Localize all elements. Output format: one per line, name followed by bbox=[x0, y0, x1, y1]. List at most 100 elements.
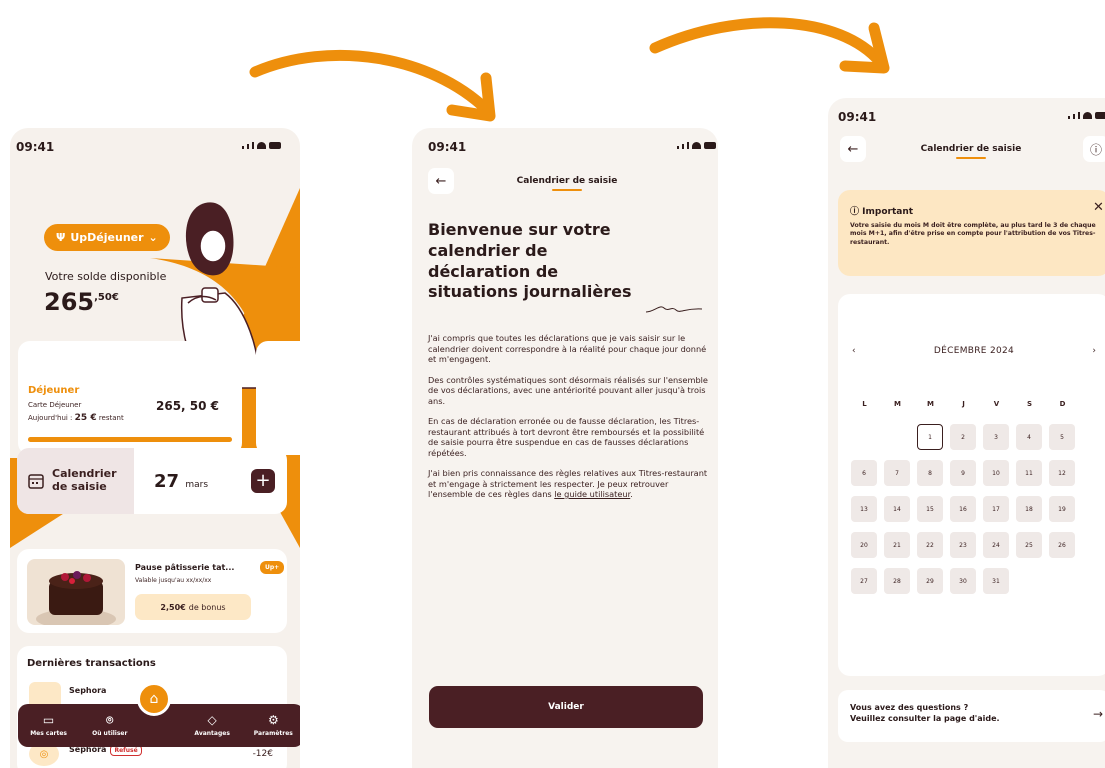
calendar-day[interactable]: 14 bbox=[884, 496, 910, 522]
signature-squiggle bbox=[645, 306, 703, 313]
phone-calendar-screen: 09:41 ← Calendrier de saisie ⓘ ⓘ Importa… bbox=[828, 98, 1105, 768]
calendar-day[interactable]: 7 bbox=[884, 460, 910, 486]
meal-card-subtitle: Carte Déjeuner bbox=[28, 401, 82, 409]
calendar-day[interactable]: 26 bbox=[1049, 532, 1075, 558]
calendar-day[interactable]: 20 bbox=[851, 532, 877, 558]
status-icons bbox=[677, 142, 716, 149]
validate-button[interactable]: Valider bbox=[429, 686, 703, 728]
meal-card[interactable]: Déjeuner Carte Déjeuner Aujourd'hui : 25… bbox=[18, 341, 242, 455]
calendar-day[interactable]: 12 bbox=[1049, 460, 1075, 486]
tab-mes-cartes[interactable]: ▭ Mes cartes bbox=[24, 714, 74, 737]
arrow-left-icon: ← bbox=[847, 141, 859, 157]
home-icon: ⌂ bbox=[149, 691, 159, 707]
meal-card-progress-track bbox=[28, 437, 232, 442]
nav-title: Calendrier de saisie bbox=[906, 144, 1036, 159]
calendar-card[interactable]: Calendrier de saisie 27 mars + bbox=[17, 448, 287, 514]
info-button[interactable]: ⓘ bbox=[1083, 136, 1105, 162]
arrow-left-icon: ← bbox=[435, 173, 447, 189]
cake-image bbox=[27, 559, 125, 625]
calendar-day[interactable]: 30 bbox=[950, 568, 976, 594]
paragraph: En cas de déclaration erronée ou de faus… bbox=[428, 416, 705, 458]
arrow-2-head bbox=[839, 22, 890, 74]
add-declaration-button[interactable]: + bbox=[251, 469, 275, 493]
meal-card-today: Aujourd'hui : 25 € restant bbox=[28, 413, 124, 423]
calendar-card-left: Calendrier de saisie bbox=[17, 448, 134, 514]
calendar-day[interactable]: 13 bbox=[851, 496, 877, 522]
calendar-day[interactable]: 31 bbox=[983, 568, 1009, 594]
calendar-day[interactable]: 29 bbox=[917, 568, 943, 594]
meal-card-amount: 265, 50 € bbox=[156, 399, 220, 413]
month-label: DÉCEMBRE 2024 bbox=[933, 346, 1015, 356]
calendar-day[interactable]: 18 bbox=[1016, 496, 1042, 522]
calendar-day[interactable]: 21 bbox=[884, 532, 910, 558]
status-time: 09:41 bbox=[838, 110, 877, 124]
calendar-day[interactable]: 22 bbox=[917, 532, 943, 558]
promo-validity: Valable jusqu'au xx/xx/xx bbox=[135, 577, 212, 584]
calendar-day[interactable]: 9 bbox=[950, 460, 976, 486]
arrow-1-head bbox=[446, 72, 496, 122]
chevron-down-icon: ⌄ bbox=[148, 231, 158, 244]
battery-icon bbox=[1095, 112, 1105, 119]
weekday-label: D bbox=[1059, 400, 1066, 408]
important-text: Votre saisie du mois M doit être complèt… bbox=[850, 222, 1096, 246]
fork-knife-icon: Ψ bbox=[56, 231, 66, 244]
status-icons bbox=[242, 142, 281, 149]
paragraph: J'ai bien pris connaissance des règles r… bbox=[428, 468, 708, 499]
card-selector-pill[interactable]: Ψ UpDéjeuner ⌄ bbox=[44, 224, 170, 251]
tab-avantages[interactable]: ◇ Avantages bbox=[187, 714, 237, 737]
paragraph: Des contrôles systématiques sont désorma… bbox=[428, 374, 708, 406]
wifi-icon bbox=[692, 142, 701, 149]
calendar-day[interactable]: 28 bbox=[884, 568, 910, 594]
calendar-day[interactable]: 16 bbox=[950, 496, 976, 522]
back-button[interactable]: ← bbox=[840, 136, 866, 162]
calendar-day[interactable]: 4 bbox=[1016, 424, 1042, 450]
chevron-right-icon[interactable]: › bbox=[1092, 346, 1096, 356]
paragraph: J'ai compris que toutes les déclarations… bbox=[428, 333, 707, 364]
calendar-day[interactable]: 11 bbox=[1016, 460, 1042, 486]
gear-icon: ⚙ bbox=[267, 713, 279, 727]
calendar-day[interactable]: 2 bbox=[950, 424, 976, 450]
calendar-day[interactable]: 19 bbox=[1049, 496, 1075, 522]
calendar-day[interactable]: 25 bbox=[1016, 532, 1042, 558]
status-icons bbox=[1068, 112, 1105, 119]
status-time: 09:41 bbox=[16, 140, 55, 154]
nav-title: Calendrier de saisie bbox=[502, 176, 632, 191]
help-text: Vous avez des questions ? Veuillez consul… bbox=[850, 703, 1000, 723]
close-icon[interactable]: ✕ bbox=[1093, 200, 1104, 215]
calendar-day[interactable]: 5 bbox=[1049, 424, 1075, 450]
tab-ou-utiliser[interactable]: ⌾ Où utiliser bbox=[85, 714, 135, 737]
transaction-amount: -12€ bbox=[252, 749, 273, 759]
calendar-day[interactable]: 6 bbox=[851, 460, 877, 486]
phone-home-screen: 09:41 Ψ UpDéjeuner ⌄ Votre solde disponi… bbox=[10, 128, 300, 768]
calendar-day[interactable]: 15 bbox=[917, 496, 943, 522]
calendar-day[interactable]: 1 bbox=[917, 424, 943, 450]
tab-parametres[interactable]: ⚙ Paramètres bbox=[248, 714, 298, 737]
tag-icon: ◇ bbox=[207, 713, 217, 727]
arrow-2-curve bbox=[649, 17, 886, 68]
phone-welcome-screen: 09:41 ← Calendrier de saisie Bienvenue s… bbox=[412, 128, 718, 768]
balance-label: Votre solde disponible bbox=[45, 270, 167, 283]
month-navigation: ‹ DÉCEMBRE 2024 › bbox=[838, 346, 1105, 356]
calendar-day[interactable]: 23 bbox=[950, 532, 976, 558]
calendar-day[interactable]: 27 bbox=[851, 568, 877, 594]
up-plus-badge: Up+ bbox=[260, 561, 285, 574]
battery-icon bbox=[269, 142, 281, 149]
calendar-day[interactable]: 10 bbox=[983, 460, 1009, 486]
important-banner: ⓘ Important ✕ Votre saisie du mois M doi… bbox=[838, 190, 1105, 276]
home-button[interactable]: ⌂ bbox=[137, 682, 171, 716]
help-card[interactable]: Vous avez des questions ? Veuillez consul… bbox=[838, 690, 1105, 742]
welcome-heading: Bienvenue sur votre calendrier de déclar… bbox=[428, 220, 632, 302]
transactions-title: Dernières transactions bbox=[27, 658, 156, 669]
promo-card[interactable]: Pause pâtisserie tat... Valable jusqu'au… bbox=[17, 549, 287, 633]
calendar-day[interactable]: 24 bbox=[983, 532, 1009, 558]
user-guide-link[interactable]: le guide utilisateur bbox=[554, 489, 630, 499]
calendar-card-date: 27 mars bbox=[154, 470, 209, 492]
status-time: 09:41 bbox=[428, 140, 467, 154]
calendar-day[interactable]: 3 bbox=[983, 424, 1009, 450]
calendar-day[interactable]: 17 bbox=[983, 496, 1009, 522]
back-button[interactable]: ← bbox=[428, 168, 454, 194]
second-card-peek[interactable] bbox=[256, 341, 300, 455]
calendar-day[interactable]: 8 bbox=[917, 460, 943, 486]
chevron-left-icon[interactable]: ‹ bbox=[852, 346, 856, 356]
info-icon: ⓘ bbox=[850, 207, 860, 217]
